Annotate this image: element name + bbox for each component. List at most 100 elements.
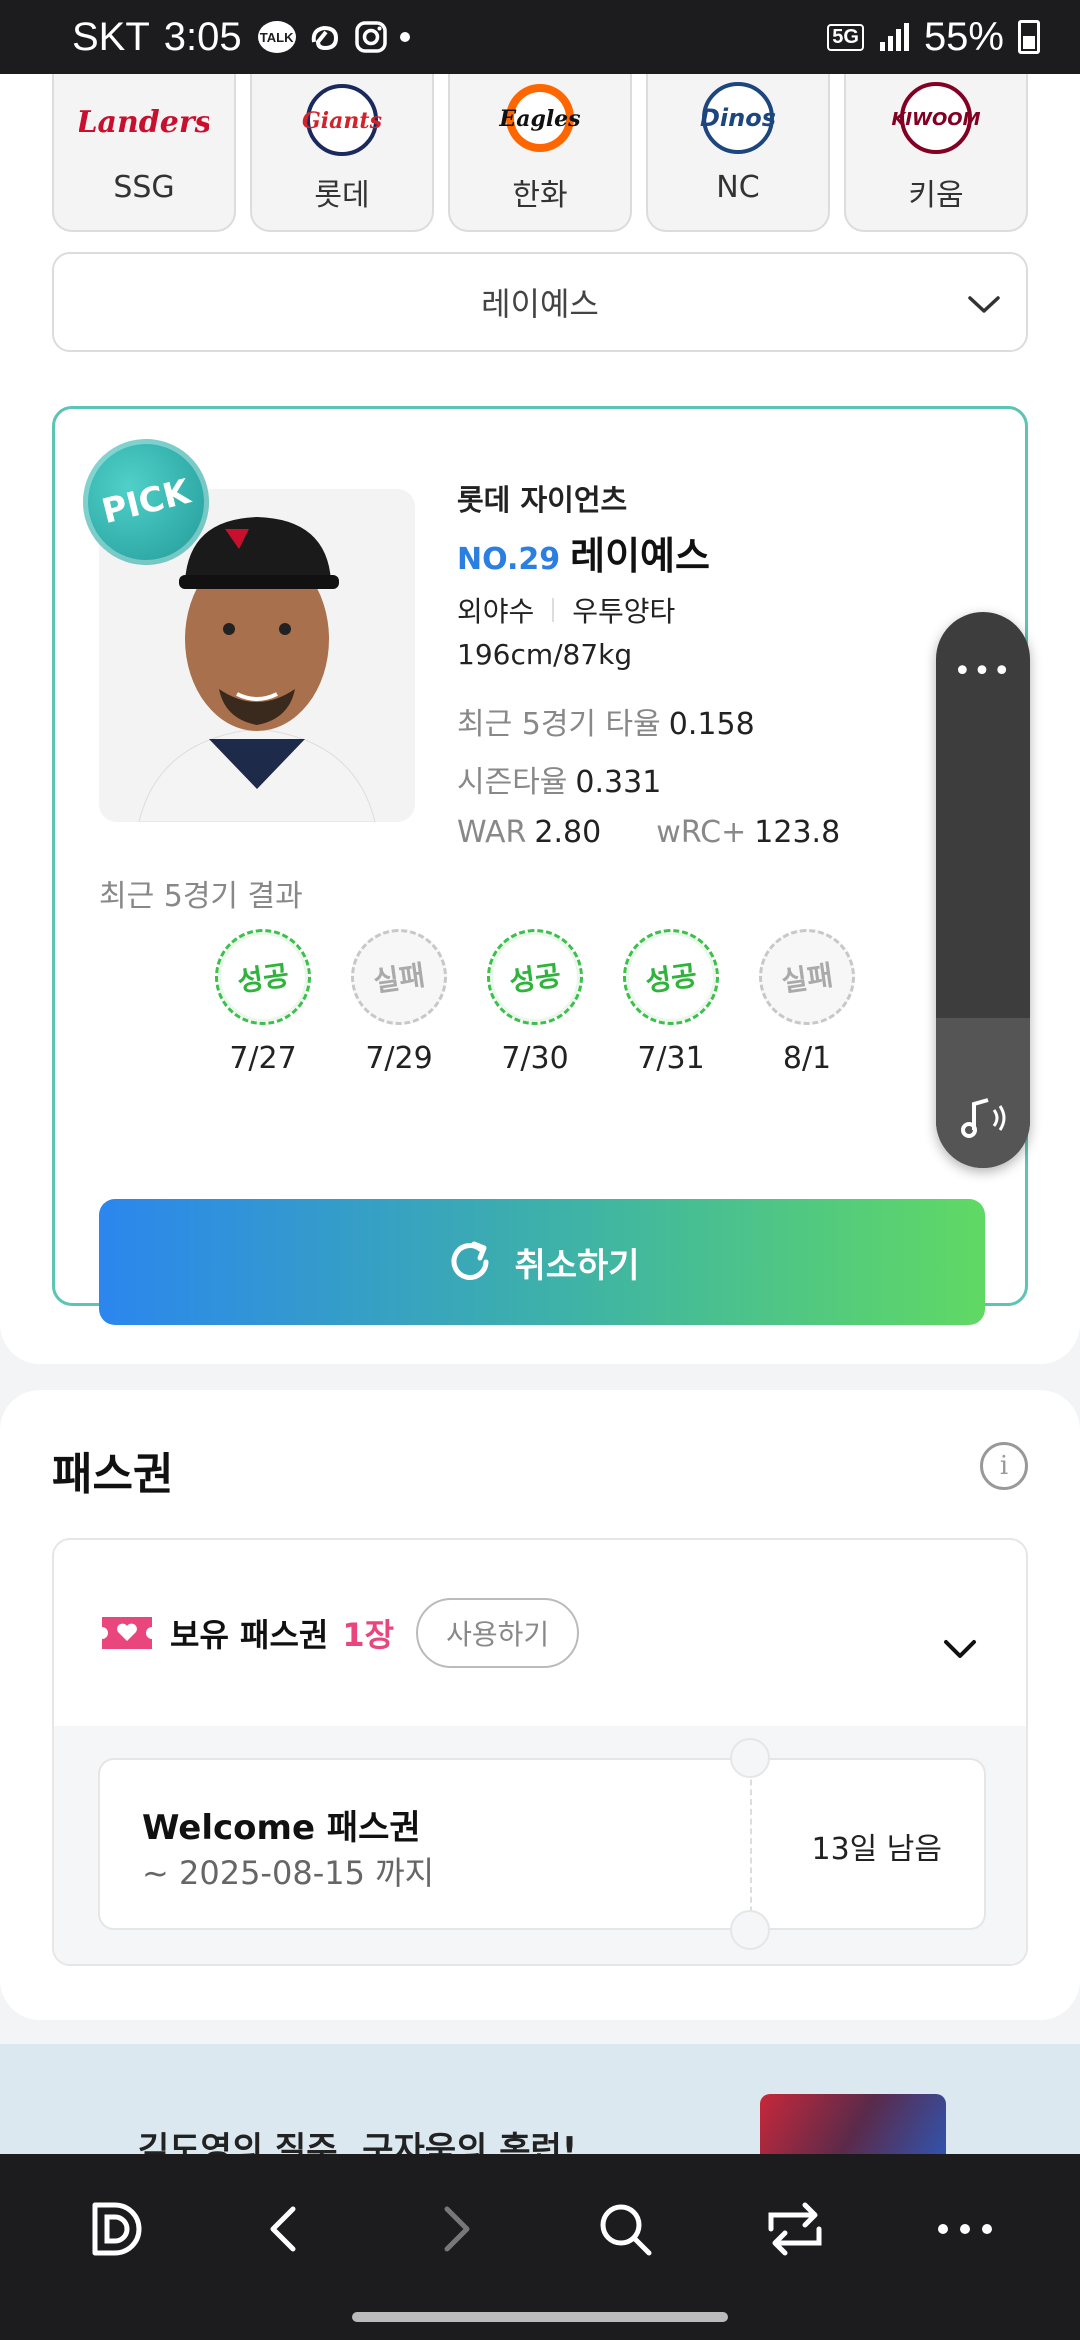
ticket-heart-icon	[102, 1617, 152, 1649]
home-indicator[interactable]	[352, 2312, 728, 2322]
team-name: 롯데	[314, 178, 370, 213]
ssg-landers-logo: Landers	[79, 105, 209, 140]
instagram-icon	[354, 20, 388, 54]
more-icon[interactable]: •••	[936, 654, 1030, 689]
stat-recent5-value: 0.158	[668, 707, 755, 742]
search-icon	[600, 2204, 652, 2256]
tabs-switch-button[interactable]	[755, 2189, 835, 2269]
team-tab-nc[interactable]: Dinos NC	[646, 74, 830, 232]
player-body: 196cm/87kg	[457, 638, 633, 671]
team-name: NC	[716, 170, 760, 205]
nc-dinos-logo: Dinos	[700, 82, 776, 154]
stat-label: 최근 5경기 타율	[457, 707, 661, 742]
result-item: 실패 8/1	[752, 922, 862, 1076]
ticket-remaining: 13일 남음	[811, 1832, 942, 1867]
threads-icon	[308, 20, 342, 54]
result-date: 7/31	[637, 1041, 705, 1076]
use-pass-button[interactable]: 사용하기	[416, 1598, 580, 1668]
player-name: 레이예스	[570, 534, 710, 578]
ticket-perforation	[750, 1760, 752, 1932]
info-icon[interactable]: i	[980, 1442, 1028, 1490]
result-date: 8/1	[782, 1041, 832, 1076]
ticket-notch	[730, 1910, 770, 1950]
team-tab-ssg[interactable]: Landers SSG	[52, 74, 236, 232]
switch-icon	[768, 2202, 822, 2256]
recent-results-label: 최근 5경기 결과	[99, 879, 303, 914]
network-5g-icon: 5G	[827, 23, 864, 51]
more-notifications-icon	[399, 32, 410, 42]
kiwoom-heroes-logo: KIWOOM	[891, 82, 981, 154]
music-recognition-icon[interactable]	[956, 1090, 1012, 1146]
picked-player-card: PICK 롯데 자이언츠 NO.29 레이예스 외야수 우투양타 196cm/8…	[52, 406, 1028, 1325]
carrier-label: SKT	[72, 14, 150, 59]
more-menu-button[interactable]	[925, 2189, 1005, 2269]
result-item: 실패 7/29	[344, 922, 454, 1076]
more-icon	[938, 2224, 992, 2234]
team-tab-hanwha[interactable]: Eagles 한화	[448, 74, 632, 232]
team-name: SSG	[113, 170, 175, 205]
team-logo-text: Dinos	[700, 104, 776, 132]
daum-icon	[92, 2202, 142, 2256]
signal-icon	[878, 22, 910, 52]
result-item: 성공 7/27	[208, 922, 318, 1076]
cancel-pick-button[interactable]: 취소하기	[99, 1199, 985, 1325]
owned-pass-count: 1장	[342, 1616, 395, 1654]
chevron-right-icon	[444, 2206, 470, 2252]
player-position: 외야수	[457, 595, 535, 628]
result-date: 7/30	[501, 1041, 569, 1076]
chevron-down-icon[interactable]	[938, 1626, 982, 1670]
team-tab-kiwoom[interactable]: KIWOOM 키움	[844, 74, 1028, 232]
pass-section: 패스권 i 보유 패스권 1장 사용하기 Welcome 패스권 ~ 2025-…	[0, 1390, 1080, 2020]
battery-percent: 55%	[923, 14, 1004, 59]
team-logo-text: Landers	[79, 105, 209, 140]
chevron-left-icon	[270, 2206, 296, 2252]
team-logo-text: KIWOOM	[891, 109, 980, 130]
chevron-down-icon	[968, 296, 1000, 313]
player-number: NO.29	[457, 542, 561, 577]
player-team: 롯데 자이언츠	[457, 483, 628, 517]
result-stamp: 실패	[344, 922, 454, 1032]
player-dropdown[interactable]: 레이예스	[52, 252, 1028, 352]
clock: 3:05	[163, 14, 242, 59]
daum-home-button[interactable]	[75, 2189, 155, 2269]
divider	[552, 598, 555, 622]
player-bats-throws: 우투양타	[572, 595, 676, 628]
status-bar: SKT 3:05 TALK 5G 55%	[0, 0, 1080, 74]
stat-label: wRC+	[656, 815, 747, 850]
player-pick-section: Landers SSG Giants 롯데 Eagles 한화 Dinos NC…	[0, 74, 1080, 1364]
team-logo-text: Giants	[302, 108, 382, 134]
result-item: 성공 7/31	[616, 922, 726, 1076]
player-dropdown-value: 레이예스	[481, 285, 599, 323]
section-title: 패스권	[52, 1449, 174, 1500]
result-stamp: 성공	[616, 922, 726, 1032]
back-button[interactable]	[245, 2189, 325, 2269]
refresh-icon	[451, 1241, 489, 1280]
banner-text: 김도영의 질주, 구자욱의 홈런!	[138, 2130, 578, 2154]
recent-results: 성공 7/27 실패 7/29 성공 7/30 성공 7/31 실패 8/1	[208, 922, 862, 1076]
pass-ticket: Welcome 패스권 ~ 2025-08-15 까지 13일 남음	[98, 1738, 986, 1950]
stat-label: 시즌타율	[457, 765, 568, 800]
pass-list: Welcome 패스권 ~ 2025-08-15 까지 13일 남음	[54, 1726, 1026, 1964]
floating-panel[interactable]: •••	[936, 612, 1030, 1168]
browser-bottom-nav	[0, 2154, 1080, 2340]
team-tab-lotte[interactable]: Giants 롯데	[250, 74, 434, 232]
battery-icon	[1018, 20, 1040, 54]
team-tabs: Landers SSG Giants 롯데 Eagles 한화 Dinos NC…	[52, 74, 1028, 232]
forward-button[interactable]	[415, 2189, 495, 2269]
kakaotalk-icon: TALK	[257, 21, 296, 53]
stat-label: WAR	[457, 815, 527, 850]
search-button[interactable]	[585, 2189, 665, 2269]
stat-season-value: 0.331	[575, 765, 662, 800]
owned-pass-label: 보유 패스권	[170, 1616, 329, 1654]
promo-banner[interactable]: 김도영의 질주, 구자욱의 홈런!	[0, 2044, 1080, 2154]
cancel-label: 취소하기	[514, 1245, 640, 1286]
team-logo-text: Eagles	[498, 106, 580, 132]
team-name: 한화	[512, 178, 568, 213]
notification-icons: TALK	[257, 20, 410, 54]
owned-pass-header[interactable]: 보유 패스권 1장 사용하기	[54, 1540, 1026, 1726]
result-stamp: 성공	[480, 922, 590, 1032]
ticket-expiry: ~ 2025-08-15 까지	[142, 1854, 435, 1892]
banner-image	[760, 2094, 946, 2154]
lotte-giants-logo: Giants	[302, 84, 382, 156]
player-info: 롯데 자이언츠 NO.29 레이예스 외야수 우투양타 196cm/87kg 최…	[457, 477, 977, 850]
